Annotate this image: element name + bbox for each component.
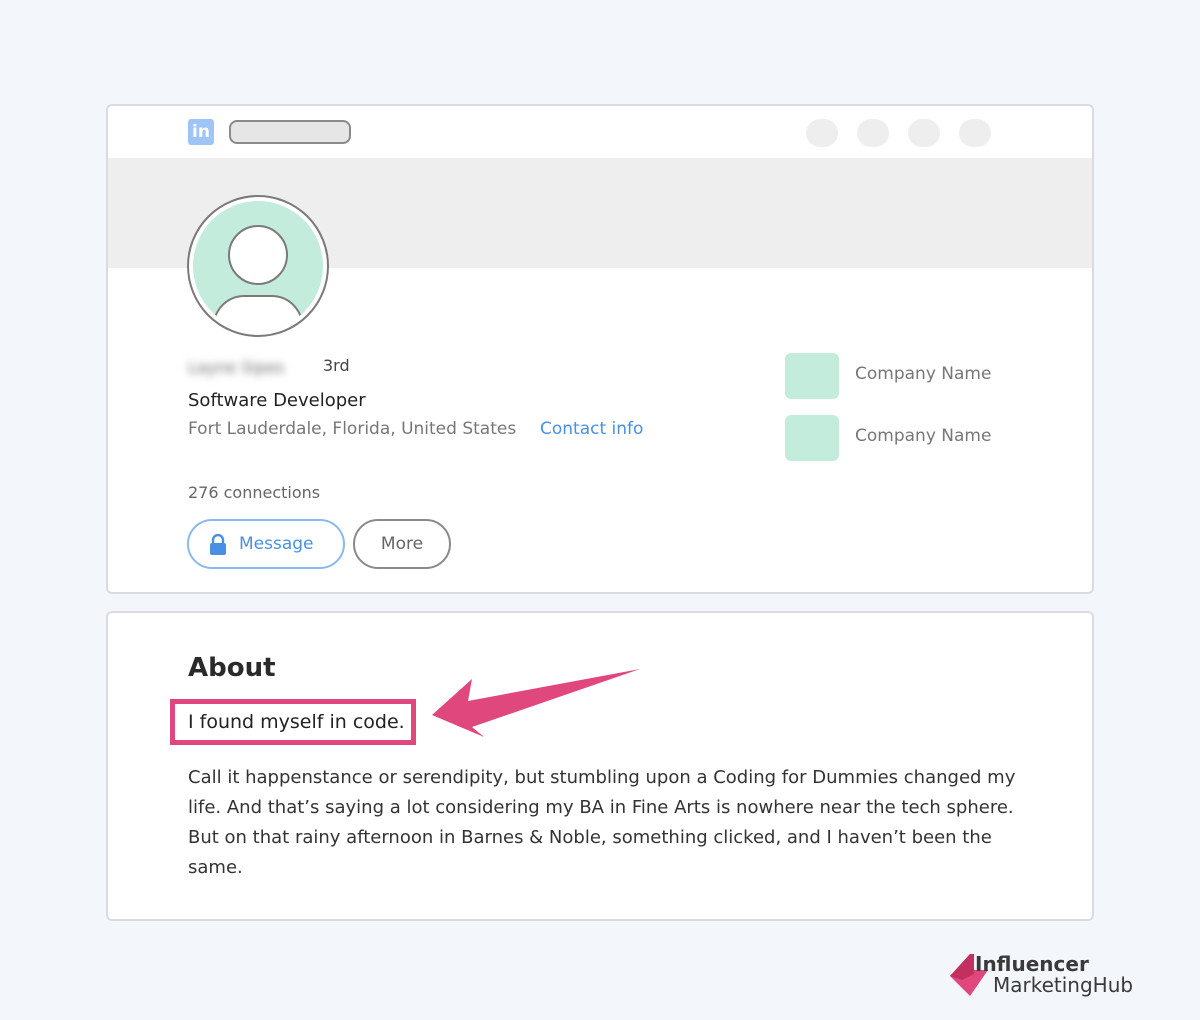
lock-icon — [210, 534, 226, 555]
profile-headline: Software Developer — [188, 390, 366, 411]
more-button[interactable]: More — [353, 519, 451, 569]
message-button[interactable]: Message — [187, 519, 345, 569]
influencer-marketing-hub-logo: Influencer MarketingHub — [948, 950, 1158, 1000]
company-name: Company Name — [855, 426, 992, 446]
profile-name: Layne Sipes — [188, 358, 285, 377]
nav-icon-2[interactable] — [857, 119, 889, 147]
top-nav-bar: in — [108, 106, 1092, 158]
connections-count[interactable]: 276 connections — [188, 483, 320, 502]
company-name: Company Name — [855, 364, 992, 384]
about-tagline: I found myself in code. — [188, 711, 405, 733]
brand-line2: MarketingHub — [993, 973, 1134, 997]
company-logo — [785, 353, 839, 399]
about-body: Call it happenstance or serendipity, but… — [188, 767, 1016, 878]
about-card: About I found myself in code. Call it ha… — [106, 611, 1094, 921]
user-avatar-icon — [193, 201, 323, 331]
profile-card: in Layne Sipes 3rd Software Developer Fo… — [106, 104, 1094, 594]
nav-icon-3[interactable] — [908, 119, 940, 147]
connection-degree: 3rd — [323, 356, 350, 375]
nav-icon-4[interactable] — [959, 119, 991, 147]
company-logo — [785, 415, 839, 461]
profile-location: Fort Lauderdale, Florida, United States — [188, 419, 517, 439]
arrow-icon — [432, 669, 640, 737]
message-button-label: Message — [239, 534, 314, 554]
nav-icon-1[interactable] — [806, 119, 838, 147]
avatar[interactable] — [187, 195, 329, 337]
about-title: About — [188, 653, 276, 683]
contact-info-link[interactable]: Contact info — [540, 419, 643, 439]
search-input[interactable] — [229, 120, 351, 144]
linkedin-logo-icon[interactable]: in — [188, 119, 214, 145]
